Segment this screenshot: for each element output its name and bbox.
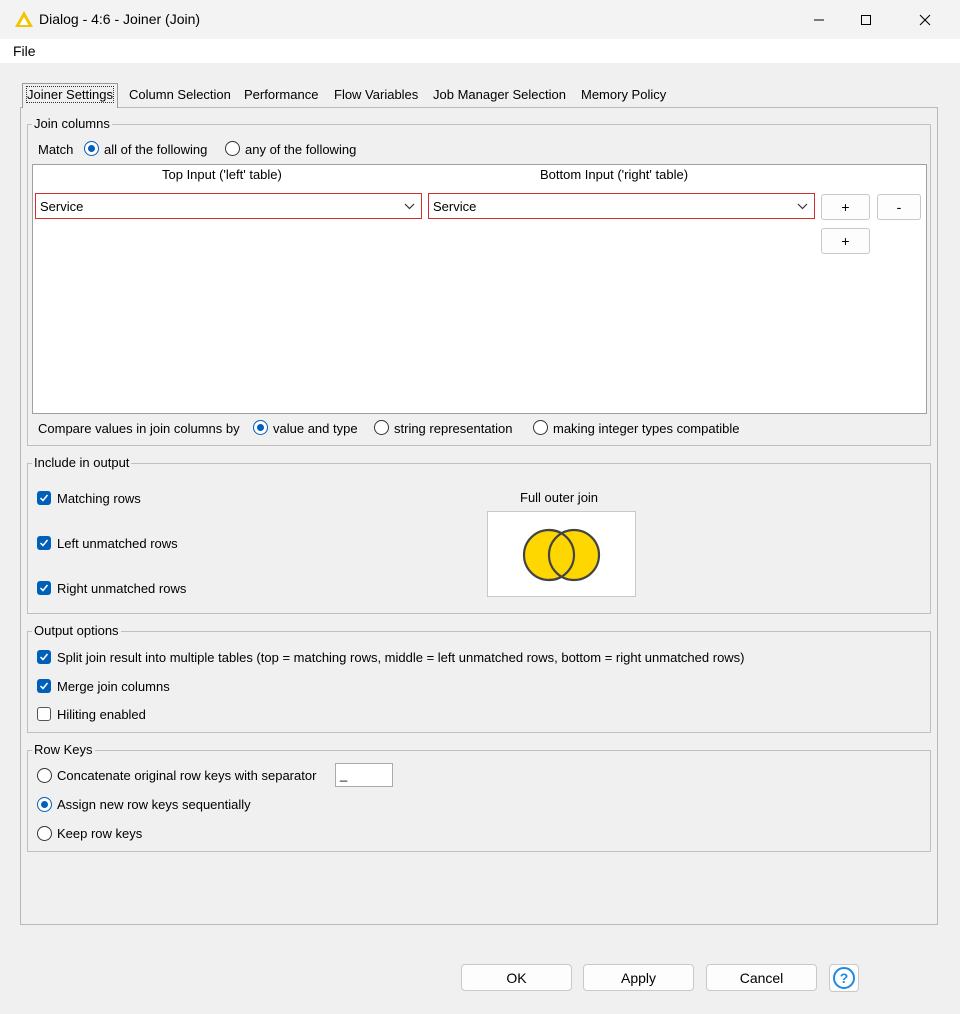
split-result-checkbox[interactable]	[37, 650, 51, 667]
help-icon: ?	[833, 967, 855, 989]
checkmark-icon	[39, 682, 49, 690]
help-button[interactable]: ?	[829, 964, 859, 992]
add-join-row-button[interactable]: +	[821, 194, 870, 220]
hiliting-checkbox[interactable]	[37, 707, 51, 724]
cancel-button[interactable]: Cancel	[706, 964, 817, 991]
apply-button[interactable]: Apply	[583, 964, 694, 991]
knime-app-icon	[14, 10, 34, 28]
right-join-column-select[interactable]: Service	[428, 193, 815, 219]
minimize-button[interactable]	[796, 0, 842, 39]
checkbox-indicator	[37, 679, 51, 693]
right-unmatched-label[interactable]: Right unmatched rows	[57, 581, 186, 596]
join-type-label: Full outer join	[520, 490, 599, 505]
right-unmatched-checkbox[interactable]	[37, 581, 51, 598]
tab-performance[interactable]: Performance	[240, 84, 322, 106]
maximize-icon	[861, 14, 871, 25]
compare-string-label[interactable]: string representation	[394, 421, 513, 436]
radio-indicator	[37, 797, 52, 812]
checkbox-indicator	[37, 650, 51, 664]
match-all-radio[interactable]	[84, 141, 99, 159]
remove-join-row-button[interactable]: -	[877, 194, 921, 220]
compare-integer-label[interactable]: making integer types compatible	[553, 421, 739, 436]
match-label: Match	[38, 142, 74, 157]
radio-indicator	[374, 420, 389, 435]
compare-string-radio[interactable]	[374, 420, 389, 438]
checkmark-icon	[39, 584, 49, 592]
minimize-icon	[814, 19, 824, 20]
match-any-label[interactable]: any of the following	[245, 142, 356, 157]
concatenate-keys-radio[interactable]	[37, 768, 52, 786]
checkbox-indicator	[37, 536, 51, 550]
merge-columns-checkbox[interactable]	[37, 679, 51, 696]
concatenate-keys-label[interactable]: Concatenate original row keys with separ…	[57, 768, 316, 783]
assign-keys-radio[interactable]	[37, 797, 52, 815]
left-unmatched-checkbox[interactable]	[37, 536, 51, 553]
compare-label: Compare values in join columns by	[38, 421, 240, 436]
join-columns-legend: Join columns	[32, 116, 112, 131]
split-result-label[interactable]: Split join result into multiple tables (…	[57, 650, 745, 665]
left-join-column-value: Service	[40, 198, 84, 214]
hiliting-label[interactable]: Hiliting enabled	[57, 707, 146, 722]
venn-full-outer-icon	[522, 528, 601, 582]
maximize-button[interactable]	[843, 0, 889, 39]
matching-rows-checkbox[interactable]	[37, 491, 51, 508]
menu-bar	[0, 39, 960, 63]
menu-file[interactable]: File	[13, 43, 36, 59]
radio-indicator	[37, 768, 52, 783]
radio-indicator	[225, 141, 240, 156]
tab-joiner-settings[interactable]: Joiner Settings	[22, 83, 118, 108]
compare-value-type-label[interactable]: value and type	[273, 421, 358, 436]
ok-button[interactable]: OK	[461, 964, 572, 991]
window-title: Dialog - 4:6 - Joiner (Join)	[39, 11, 201, 27]
compare-value-type-radio[interactable]	[253, 420, 268, 438]
checkbox-indicator	[37, 581, 51, 595]
keep-keys-label[interactable]: Keep row keys	[57, 826, 142, 841]
output-options-legend: Output options	[32, 623, 121, 638]
add-join-row-bottom-button[interactable]: +	[821, 228, 870, 254]
match-all-label[interactable]: all of the following	[104, 142, 207, 157]
close-icon	[919, 14, 931, 25]
checkbox-indicator	[37, 491, 51, 505]
tab-memory-policy[interactable]: Memory Policy	[577, 84, 670, 106]
assign-keys-label[interactable]: Assign new row keys sequentially	[57, 797, 251, 812]
tab-flow-variables[interactable]: Flow Variables	[330, 84, 422, 106]
radio-indicator	[37, 826, 52, 841]
match-any-radio[interactable]	[225, 141, 240, 159]
checkbox-indicator	[37, 707, 51, 721]
checkmark-icon	[39, 494, 49, 502]
merge-columns-label[interactable]: Merge join columns	[57, 679, 170, 694]
row-keys-legend: Row Keys	[32, 742, 95, 757]
left-join-column-select[interactable]: Service	[35, 193, 422, 219]
tab-column-selection[interactable]: Column Selection	[125, 84, 235, 106]
close-button[interactable]	[902, 0, 948, 39]
include-output-legend: Include in output	[32, 455, 132, 470]
checkmark-icon	[39, 653, 49, 661]
radio-indicator	[253, 420, 268, 435]
checkmark-icon	[39, 539, 49, 547]
matching-rows-label[interactable]: Matching rows	[57, 491, 141, 506]
help-glyph: ?	[840, 970, 849, 986]
left-unmatched-label[interactable]: Left unmatched rows	[57, 536, 178, 551]
join-venn-diagram	[487, 511, 636, 597]
keep-keys-radio[interactable]	[37, 826, 52, 844]
top-input-header: Top Input ('left' table)	[162, 167, 282, 182]
tab-job-manager-selection[interactable]: Job Manager Selection	[429, 84, 570, 106]
right-join-column-value: Service	[433, 198, 477, 214]
chevron-down-icon	[797, 203, 808, 210]
separator-input[interactable]: _	[335, 763, 393, 787]
chevron-down-icon	[404, 203, 415, 210]
radio-indicator	[533, 420, 548, 435]
bottom-input-header: Bottom Input ('right' table)	[540, 167, 689, 182]
compare-integer-radio[interactable]	[533, 420, 548, 438]
radio-indicator	[84, 141, 99, 156]
